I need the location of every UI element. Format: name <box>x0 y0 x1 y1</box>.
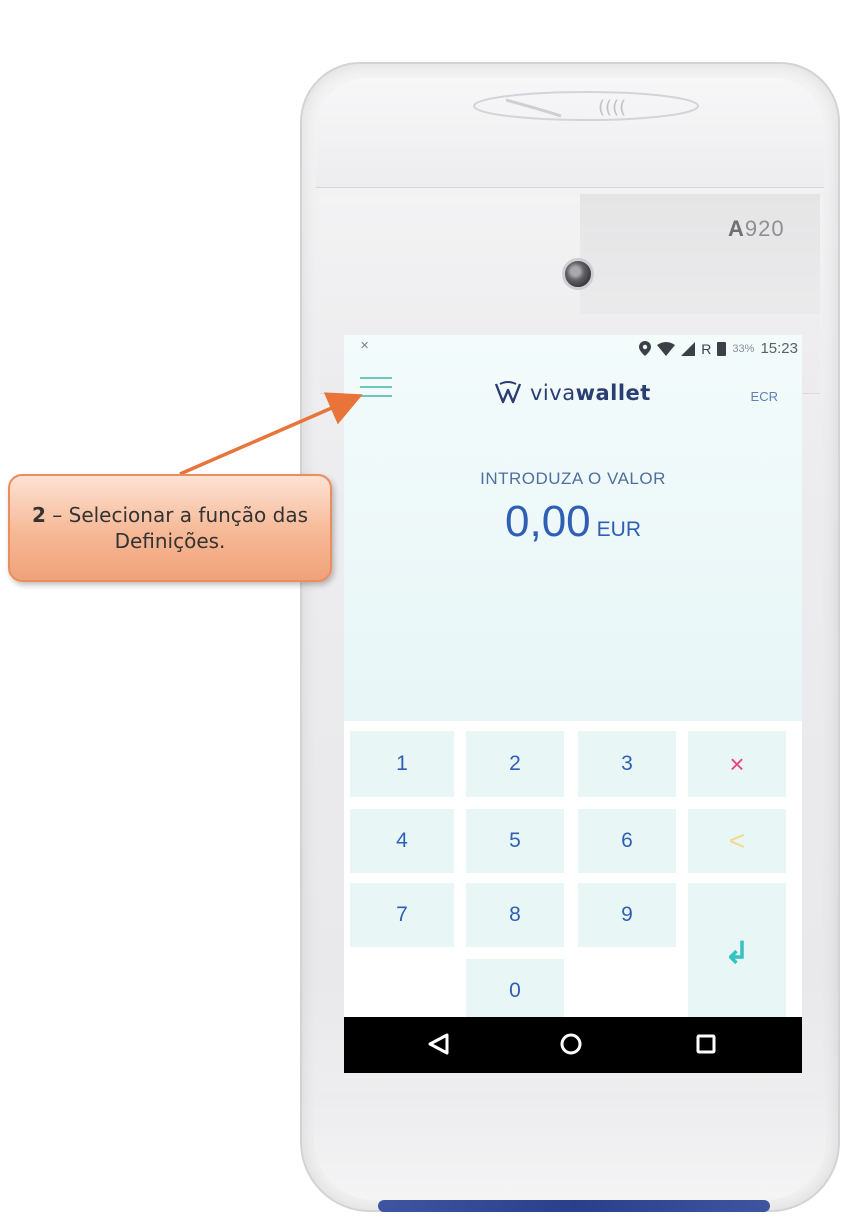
wifi-icon <box>657 341 676 356</box>
key-9[interactable]: 9 <box>578 883 676 947</box>
amount-value: 0,00 <box>505 497 591 546</box>
contactless-icon: (((( <box>473 91 699 121</box>
ecr-button[interactable]: ECR <box>751 389 778 404</box>
backspace-key[interactable]: < <box>688 809 786 873</box>
model-label: A920 <box>728 216 785 241</box>
instruction-callout: 2 – Selecionar a função das Definições. <box>8 474 332 582</box>
card-slot-strip <box>378 1200 770 1212</box>
numeric-keypad: 1 2 3 × 4 5 6 < 7 8 9 ↲ 0 <box>344 721 802 1043</box>
terminal-bottom <box>314 1090 826 1200</box>
key-3[interactable]: 3 <box>578 731 676 797</box>
recents-icon[interactable] <box>693 1031 719 1057</box>
clear-key[interactable]: × <box>688 731 786 797</box>
status-bar: ✕ R 33% 15:23 <box>344 335 802 361</box>
terminal-screen: ✕ R 33% 15:23 vivawallet ECR INTRODUZA O… <box>344 335 802 1073</box>
viva-wallet-logo: vivawallet <box>494 381 651 405</box>
home-icon[interactable] <box>558 1031 584 1057</box>
brand-text: vivawallet <box>530 381 651 405</box>
network-type: R <box>701 340 712 357</box>
face-shade <box>580 194 820 314</box>
stage: (((( A920 ✕ R 33% 15:23 vivawallet ECR I… <box>0 0 843 1222</box>
cell-signal-icon <box>681 341 696 356</box>
location-icon <box>639 341 652 356</box>
key-0[interactable]: 0 <box>466 959 564 1023</box>
clock: 15:23 <box>760 340 798 357</box>
amount-prompt: INTRODUZA O VALOR <box>480 469 666 488</box>
key-5[interactable]: 5 <box>466 809 564 873</box>
status-icons: R 33% 15:23 <box>639 340 798 357</box>
key-7[interactable]: 7 <box>350 883 454 947</box>
battery-percent: 33% <box>732 342 755 355</box>
battery-icon <box>717 341 727 356</box>
key-1[interactable]: 1 <box>350 731 454 797</box>
amount-display: 0,00 EUR <box>344 497 802 547</box>
callout-text: 2 – Selecionar a função das Definições. <box>10 502 330 554</box>
key-2[interactable]: 2 <box>466 731 564 797</box>
android-nav-bar <box>344 1017 802 1073</box>
viva-wallet-logo-icon <box>494 381 522 404</box>
amount-currency: EUR <box>596 518 641 541</box>
callout-step: 2 <box>31 503 46 527</box>
signal-off-icon: ✕ <box>360 340 370 352</box>
svg-text:((((: (((( <box>598 97 626 118</box>
back-icon[interactable] <box>426 1031 452 1057</box>
key-8[interactable]: 8 <box>466 883 564 947</box>
hamburger-menu-icon[interactable] <box>360 377 392 399</box>
callout-body: – Selecionar a função das Definições. <box>45 503 309 553</box>
terminal-nfc-area: (((( <box>316 78 824 188</box>
key-6[interactable]: 6 <box>578 809 676 873</box>
key-4[interactable]: 4 <box>350 809 454 873</box>
camera-icon <box>562 258 594 290</box>
enter-key[interactable]: ↲ <box>688 883 786 1023</box>
